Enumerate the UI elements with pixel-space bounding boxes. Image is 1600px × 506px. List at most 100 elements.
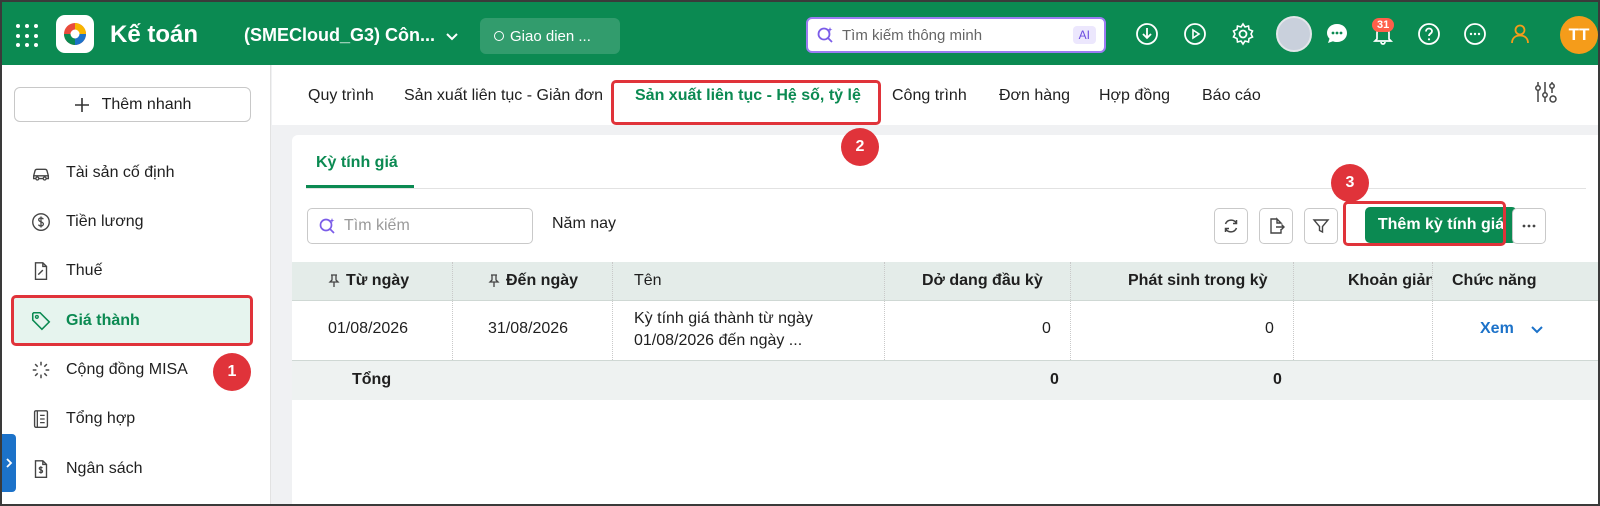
- tab-construction[interactable]: Công trình: [892, 87, 967, 105]
- total-row: Tổng 0 0: [292, 360, 1598, 400]
- period-filter[interactable]: Năm nay: [552, 215, 616, 233]
- highlight-box-add-button: [1343, 201, 1506, 246]
- subtab-cost-period[interactable]: Kỳ tính giá: [316, 154, 398, 172]
- quick-add-label: Thêm nhanh: [101, 95, 192, 113]
- name-cell: Kỳ tính giá thành từ ngày 01/08/2026 đến…: [634, 308, 813, 352]
- quick-add-button[interactable]: Thêm nhanh: [14, 87, 251, 122]
- sidebar-item-label: Cộng đồng MISA: [66, 361, 188, 378]
- download-icon[interactable]: [1134, 21, 1160, 47]
- sidebar-item-label: Ngân sách: [66, 460, 143, 477]
- column-header-reduction[interactable]: Khoản giản: [1348, 272, 1432, 290]
- tab-reports[interactable]: Báo cáo: [1202, 87, 1261, 105]
- tab-orders[interactable]: Đơn hàng: [999, 87, 1070, 105]
- interface-button[interactable]: Giao dien ...: [480, 18, 620, 54]
- to-date-cell: 31/08/2026: [488, 320, 569, 337]
- sidebar-collapse-toggle[interactable]: [2, 434, 16, 492]
- company-selector[interactable]: (SMECloud_G3) Côn...: [244, 25, 459, 46]
- sidebar-item-label: Tài sản cố định: [66, 164, 175, 181]
- total-label: Tổng: [352, 371, 392, 388]
- name-line-1: Kỳ tính giá thành từ ngày: [634, 310, 813, 327]
- highlight-box-cost-price: [11, 295, 253, 346]
- highlight-box-coefficient-tab: [611, 80, 881, 125]
- sidebar-item-summary[interactable]: Tổng hợp: [14, 396, 251, 442]
- tab-contracts[interactable]: Hợp đồng: [1099, 87, 1170, 105]
- view-action[interactable]: Xem: [1480, 320, 1544, 338]
- filter-icon: [1312, 219, 1330, 234]
- column-header-actions: Chức năng: [1452, 272, 1537, 289]
- tab-settings-sliders-icon[interactable]: [1532, 79, 1558, 105]
- more-apps-icon[interactable]: [1462, 21, 1488, 47]
- step-marker-3: 3: [1331, 164, 1369, 202]
- sparkle-search-icon: [817, 27, 833, 43]
- filter-button[interactable]: [1304, 208, 1338, 244]
- user-initials-avatar[interactable]: TT: [1560, 16, 1598, 54]
- more-options-button[interactable]: [1512, 208, 1546, 244]
- export-icon: [1270, 217, 1285, 234]
- circle-icon: [494, 31, 504, 41]
- incurred-cell: 0: [1265, 320, 1274, 337]
- step-marker-2: 2: [841, 128, 879, 166]
- notification-count-badge: 31: [1372, 18, 1395, 32]
- column-header-opening-wip[interactable]: Dở dang đầu kỳ: [922, 272, 1043, 290]
- smart-search-placeholder: Tìm kiếm thông minh: [842, 26, 983, 44]
- sparkle-search-icon: [319, 218, 335, 234]
- user-profile-icon[interactable]: [1508, 21, 1534, 47]
- community-icon: [32, 361, 50, 379]
- pin-icon: [488, 274, 500, 287]
- pin-icon: [328, 274, 340, 287]
- total-incurred: 0: [1273, 371, 1282, 388]
- tab-continuous-simple[interactable]: Sản xuất liên tục - Giản đơn: [404, 87, 603, 105]
- sidebar-item-tax[interactable]: Thuế: [14, 248, 251, 294]
- chevron-right-icon: [6, 458, 13, 468]
- tax-document-icon: [34, 262, 48, 280]
- view-link[interactable]: Xem: [1480, 320, 1514, 338]
- chevron-down-icon[interactable]: [1530, 322, 1544, 336]
- ledger-icon: [33, 410, 49, 428]
- sidebar-item-budget[interactable]: Ngân sách: [14, 446, 251, 492]
- search-input[interactable]: Tìm kiếm: [307, 208, 533, 244]
- sidebar-item-fixed-assets[interactable]: Tài sản cố định: [14, 150, 251, 196]
- sidebar-item-label: Tổng hợp: [66, 410, 136, 427]
- column-header-from-date[interactable]: Từ ngày: [328, 272, 409, 290]
- search-placeholder: Tìm kiếm: [344, 217, 410, 234]
- active-tab-underline: [615, 55, 868, 58]
- from-date-cell: 01/08/2026: [328, 320, 409, 337]
- refresh-button[interactable]: [1214, 208, 1248, 244]
- interface-button-label: Giao dien ...: [510, 27, 591, 45]
- column-header-name[interactable]: Tên: [634, 272, 662, 290]
- name-line-2: 01/08/2026 đến ngày ...: [634, 332, 803, 349]
- ai-badge[interactable]: AI: [1072, 26, 1096, 44]
- app-window: Kế toán (SMECloud_G3) Côn... Giao dien .…: [0, 0, 1600, 506]
- export-button[interactable]: [1259, 208, 1293, 244]
- total-opening-wip: 0: [1050, 371, 1059, 388]
- misa-logo: [56, 15, 94, 53]
- budget-icon: [34, 460, 48, 478]
- sidebar-item-label: Tiền lương: [66, 213, 144, 230]
- tab-process[interactable]: Quy trình: [308, 87, 374, 105]
- smart-search-input[interactable]: Tìm kiếm thông minh AI: [806, 17, 1106, 53]
- step-marker-1: 1: [213, 353, 251, 391]
- settings-gear-icon[interactable]: [1230, 21, 1256, 47]
- cost-period-panel: Kỳ tính giá Tìm kiếm Năm nay Thêm kỳ tín…: [292, 135, 1598, 504]
- play-video-icon[interactable]: [1182, 21, 1208, 47]
- sidebar: Thêm nhanh Tài sản cố định Tiền lương Th…: [2, 65, 271, 504]
- app-title: Kế toán: [110, 21, 199, 48]
- sidebar-item-label: Thuế: [66, 262, 103, 279]
- column-header-to-date[interactable]: Đến ngày: [488, 272, 578, 290]
- help-icon[interactable]: [1416, 21, 1442, 47]
- table-header: Từ ngày Đến ngày Tên Dở dang đầu kỳ Phát…: [292, 262, 1598, 301]
- module-tabs-bar: Quy trình Sản xuất liên tục - Giản đơn S…: [272, 65, 1598, 125]
- refresh-icon: [1224, 219, 1238, 233]
- divider: [306, 188, 1586, 189]
- column-header-incurred[interactable]: Phát sinh trong kỳ: [1128, 272, 1268, 290]
- chevron-down-icon: [446, 32, 458, 40]
- dollar-circle-icon: [32, 213, 50, 231]
- user-avatar-image[interactable]: [1276, 16, 1312, 52]
- chat-bubble-icon[interactable]: [1324, 21, 1350, 47]
- car-icon: [32, 168, 50, 181]
- plus-icon: [74, 97, 89, 112]
- opening-wip-cell: 0: [1042, 320, 1051, 337]
- sidebar-item-payroll[interactable]: Tiền lương: [14, 199, 251, 245]
- app-launcher-icon[interactable]: [16, 24, 40, 48]
- table-row[interactable]: 01/08/2026 31/08/2026 Kỳ tính giá thành …: [292, 301, 1598, 360]
